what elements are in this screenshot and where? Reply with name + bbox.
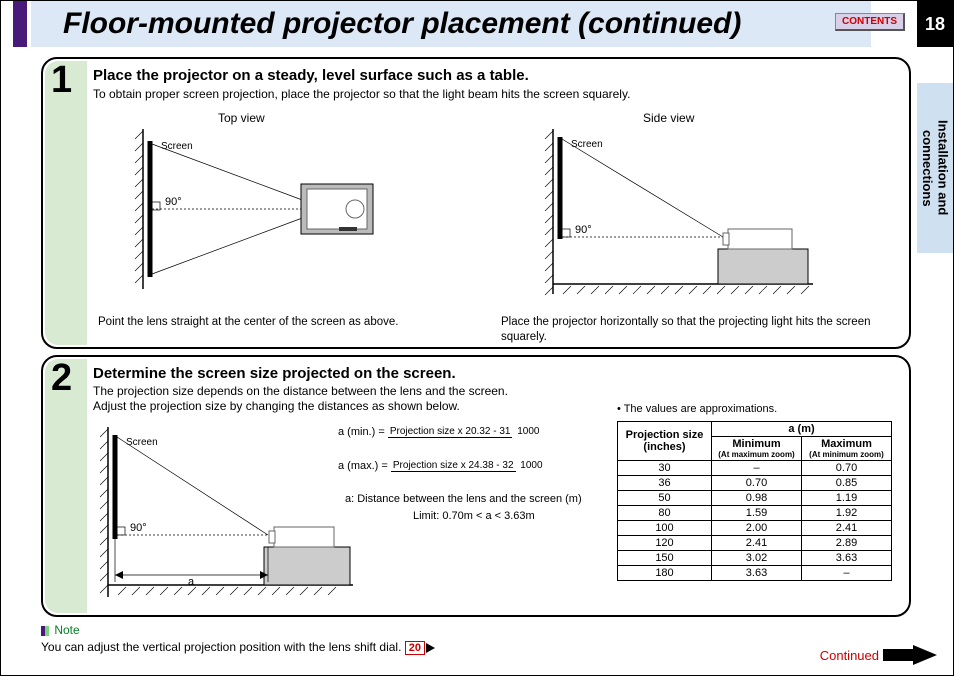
page-ref-arrow-icon	[426, 642, 438, 654]
note-label: Note	[54, 623, 79, 637]
limit-text: Limit: 0.70m < a < 3.63m	[413, 509, 535, 524]
formula-max-den: 1000	[518, 460, 544, 471]
table-cell: 50	[618, 491, 712, 506]
svg-text:Screen: Screen	[126, 437, 158, 448]
formula-max-num: Projection size x 24.38 - 32	[391, 460, 516, 472]
formula-max: a (max.) = Projection size x 24.38 - 32 …	[338, 459, 545, 474]
th-am: a (m)	[712, 422, 892, 437]
table-cell: 3.63	[712, 566, 802, 581]
table-cell: 2.41	[712, 536, 802, 551]
page-ref-link[interactable]: 20	[405, 641, 425, 655]
formula-min-den: 1000	[515, 426, 541, 437]
step1-title: Place the projector on a steady, level s…	[93, 67, 529, 84]
formula-min: a (min.) = Projection size x 20.32 - 31 …	[338, 425, 541, 440]
continued-arrow-icon	[883, 645, 937, 665]
table-cell: 2.00	[712, 521, 802, 536]
table-cell: 2.41	[802, 521, 892, 536]
th-maximum: Maximum	[808, 438, 885, 450]
table-cell: 3.63	[802, 551, 892, 566]
table-cell: 1.19	[802, 491, 892, 506]
table-cell: –	[802, 566, 892, 581]
table-row: 1503.023.63	[618, 551, 892, 566]
table-cell: 100	[618, 521, 712, 536]
table-row: 1202.412.89	[618, 536, 892, 551]
step2-section: 2 Determine the screen size projected on…	[41, 355, 911, 617]
svg-text:90°: 90°	[130, 522, 147, 534]
svg-text:Screen: Screen	[571, 139, 603, 150]
table-cell: 36	[618, 476, 712, 491]
table-row: 500.981.19	[618, 491, 892, 506]
table-approx-note: • The values are approximations.	[617, 403, 777, 415]
table-cell: 0.85	[802, 476, 892, 491]
step2-number: 2	[51, 357, 72, 400]
step1-accent	[45, 61, 87, 345]
page: Floor-mounted projector placement (conti…	[0, 0, 954, 676]
table-cell: 150	[618, 551, 712, 566]
step1-desc: To obtain proper screen projection, plac…	[93, 87, 630, 103]
table-cell: 0.98	[712, 491, 802, 506]
a-desc: a: Distance between the lens and the scr…	[345, 492, 582, 507]
note-icon	[41, 626, 49, 636]
distance-diagram: Screen 90° a	[98, 427, 358, 612]
continued-label: Continued	[820, 648, 879, 663]
step1-number: 1	[51, 59, 72, 102]
svg-text:Screen: Screen	[161, 141, 193, 152]
section-tab-label: Installation and connections	[919, 83, 950, 253]
th-min-sub: (At maximum zoom)	[718, 450, 795, 459]
step2-desc1: The projection size depends on the dista…	[93, 384, 508, 400]
projection-table: Projection size (inches) a (m) Minimum (…	[617, 421, 892, 581]
svg-text:a: a	[188, 576, 195, 588]
table-cell: 180	[618, 566, 712, 581]
top-view-caption: Point the lens straight at the center of…	[98, 315, 498, 330]
table-cell: 80	[618, 506, 712, 521]
table-cell: –	[712, 461, 802, 476]
note-text: You can adjust the vertical projection p…	[41, 640, 401, 654]
table-cell: 3.02	[712, 551, 802, 566]
formula-min-num: Projection size x 20.32 - 31	[388, 426, 513, 438]
note-block: Note You can adjust the vertical project…	[41, 623, 438, 655]
section-tab: Installation and connections	[917, 83, 953, 253]
table-cell: 0.70	[712, 476, 802, 491]
step1-section: 1 Place the projector on a steady, level…	[41, 57, 911, 349]
table-row: 801.591.92	[618, 506, 892, 521]
step2-title: Determine the screen size projected on t…	[93, 365, 456, 382]
th-minimum: Minimum	[718, 438, 795, 450]
th-max-sub: (At minimum zoom)	[808, 450, 885, 459]
contents-button[interactable]: CONTENTS	[835, 13, 905, 31]
table-cell: 1.59	[712, 506, 802, 521]
svg-text:90°: 90°	[165, 196, 182, 208]
table-row: 1002.002.41	[618, 521, 892, 536]
svg-text:90°: 90°	[575, 224, 592, 236]
th-projection-size: Projection size (inches)	[618, 422, 712, 461]
table-row: 30–0.70	[618, 461, 892, 476]
table-cell: 1.92	[802, 506, 892, 521]
page-number: 18	[917, 1, 953, 47]
table-cell: 120	[618, 536, 712, 551]
table-cell: 2.89	[802, 536, 892, 551]
page-title: Floor-mounted projector placement (conti…	[63, 7, 741, 41]
side-view-caption: Place the projector horizontally so that…	[501, 315, 901, 345]
formula-max-lhs: a (max.) =	[338, 460, 388, 472]
side-view-label: Side view	[643, 111, 694, 125]
top-view-label: Top view	[218, 111, 265, 125]
step2-desc2: Adjust the projection size by changing t…	[93, 399, 460, 415]
side-view-diagram: Screen 90°	[543, 129, 823, 299]
table-row: 1803.63–	[618, 566, 892, 581]
table-row: 360.700.85	[618, 476, 892, 491]
top-view-diagram: Screen 90°	[133, 129, 393, 299]
accent-bar	[13, 1, 27, 47]
table-cell: 30	[618, 461, 712, 476]
formula-min-lhs: a (min.) =	[338, 426, 385, 438]
table-cell: 0.70	[802, 461, 892, 476]
